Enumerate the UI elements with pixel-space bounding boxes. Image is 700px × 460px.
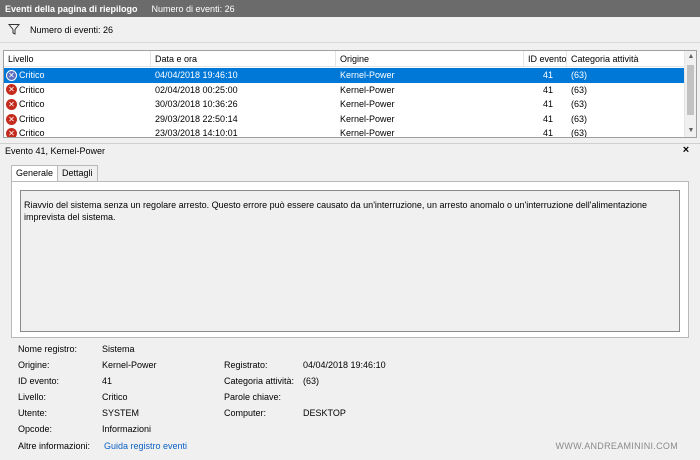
event-description[interactable]: Riavvio del sistema senza un regolare ar… (20, 190, 680, 332)
task-category-label: Categoria attività: (224, 376, 295, 386)
grid-scrollbar[interactable]: ▲ ▼ (684, 51, 696, 137)
error-icon: ✕ (6, 84, 17, 96)
source-label: Origine: (18, 360, 50, 370)
column-header-category[interactable]: Categoria attività (567, 51, 686, 67)
scroll-down-icon[interactable]: ▼ (685, 125, 696, 137)
log-name-label: Nome registro: (18, 344, 78, 354)
error-icon: ✕ (6, 98, 17, 110)
grid-header: Livello Data e ora Origine ID evento Cat… (4, 51, 686, 67)
row-source: Kernel-Power (340, 99, 395, 110)
level-label: Livello: (18, 392, 47, 402)
grid-rows: ✕ Critico 04/04/2018 19:46:10 Kernel-Powe… (4, 68, 686, 138)
filter-icon[interactable] (7, 23, 21, 37)
column-header-level[interactable]: Livello (4, 51, 151, 67)
level-value: Critico (102, 392, 128, 402)
detail-tabs: Generale Dettagli (11, 165, 98, 182)
row-category: (63) (571, 70, 588, 80)
error-icon: ✕ (6, 69, 17, 81)
row-date: 23/03/2018 14:10:01 (155, 128, 238, 138)
row-level: Critico (19, 99, 45, 110)
event-count-title: Numero di eventi: 26 (151, 3, 235, 14)
row-category: (63) (571, 99, 588, 110)
table-row[interactable]: ✕ Critico 30/03/2018 10:36:26 Kernel-Powe… (4, 97, 686, 112)
scroll-thumb[interactable] (687, 65, 694, 115)
tab-general[interactable]: Generale (11, 165, 59, 182)
error-icon: ✕ (6, 128, 17, 137)
row-category: (63) (571, 128, 588, 138)
row-date: 02/04/2018 00:25:00 (155, 84, 238, 95)
close-icon[interactable]: × (680, 143, 692, 158)
row-date: 04/04/2018 19:46:10 (155, 70, 238, 80)
event-id-label: ID evento: (18, 376, 60, 386)
row-level: Critico (19, 84, 45, 95)
table-row[interactable]: ✕ Critico 04/04/2018 19:46:10 Kernel-Powe… (4, 68, 686, 83)
tab-details[interactable]: Dettagli (57, 165, 98, 181)
filter-bar: Numero di eventi: 26 (0, 17, 700, 43)
event-count-label: Numero di eventi: 26 (30, 24, 114, 35)
event-detail-title: Evento 41, Kernel-Power (0, 143, 700, 158)
logged-value: 04/04/2018 19:46:10 (303, 360, 386, 370)
logged-label: Registrato: (224, 360, 268, 370)
row-event-id: 41 (542, 99, 553, 110)
row-category: (63) (571, 84, 588, 95)
row-event-id: 41 (542, 84, 553, 95)
table-row[interactable]: ✕ Critico 23/03/2018 14:10:01 Kernel-Powe… (4, 126, 686, 138)
table-row[interactable]: ✕ Critico 29/03/2018 22:50:14 Kernel-Powe… (4, 112, 686, 127)
row-date: 29/03/2018 22:50:14 (155, 113, 238, 124)
user-value: SYSTEM (102, 408, 140, 418)
source-value: Kernel-Power (102, 360, 157, 370)
user-label: Utente: (18, 408, 48, 418)
row-event-id: 41 (542, 70, 553, 80)
row-category: (63) (571, 113, 588, 124)
row-level: Critico (19, 128, 45, 138)
computer-label: Computer: (224, 408, 267, 418)
task-category-value: (63) (303, 376, 320, 386)
log-name-value: Sistema (102, 344, 135, 354)
row-source: Kernel-Power (340, 128, 395, 138)
row-source: Kernel-Power (340, 70, 395, 80)
row-event-id: 41 (542, 128, 553, 138)
more-info-label: Altre informazioni: (18, 441, 91, 451)
event-id-value: 41 (102, 376, 113, 386)
window-title: Eventi della pagina di riepilogo (5, 3, 138, 14)
row-level: Critico (19, 70, 45, 80)
events-grid[interactable]: Livello Data e ora Origine ID evento Cat… (3, 50, 697, 138)
error-icon: ✕ (6, 113, 17, 125)
opcode-label: Opcode: (18, 424, 53, 434)
summary-page-title-bar: Eventi della pagina di riepilogo Numero … (0, 0, 700, 17)
column-header-source[interactable]: Origine (336, 51, 524, 67)
computer-value: DESKTOP (303, 408, 346, 418)
keywords-label: Parole chiave: (224, 392, 282, 402)
general-tab-body: Riavvio del sistema senza un regolare ar… (11, 181, 689, 338)
row-level: Critico (19, 113, 45, 124)
column-header-event-id[interactable]: ID evento (524, 51, 567, 67)
table-row[interactable]: ✕ Critico 02/04/2018 00:25:00 Kernel-Powe… (4, 83, 686, 98)
watermark: WWW.ANDREAMININI.COM (555, 441, 678, 451)
row-source: Kernel-Power (340, 113, 395, 124)
opcode-value: Informazioni (102, 424, 152, 434)
row-event-id: 41 (542, 113, 553, 124)
column-header-date[interactable]: Data e ora (151, 51, 336, 67)
event-log-help-link[interactable]: Guida registro eventi (104, 441, 187, 451)
row-date: 30/03/2018 10:36:26 (155, 99, 238, 110)
row-source: Kernel-Power (340, 84, 395, 95)
scroll-up-icon[interactable]: ▲ (685, 51, 696, 63)
